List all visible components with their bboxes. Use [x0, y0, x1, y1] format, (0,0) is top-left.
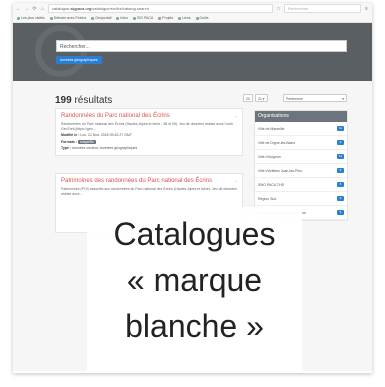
chevron-down-icon[interactable]: ⌄ [235, 178, 238, 183]
bookmark-icon [116, 16, 120, 20]
url-domain: sigpaca.org [70, 6, 92, 11]
count-badge: 5 [337, 182, 344, 187]
pagination: 20 21 ▾ [243, 94, 268, 102]
result-abstract: Patrimoines (POI) associés aux randonnée… [61, 187, 237, 196]
bookmark-item[interactable]: Infos [116, 16, 128, 20]
organisations-facet: Organisations Ville de Marseille 11 Ville… [254, 110, 348, 221]
results-count: 199 résultats [55, 95, 113, 106]
menu-icon[interactable]: ≡ [364, 6, 369, 12]
bookmark-item[interactable]: Projets [158, 16, 173, 20]
catalog-search-input[interactable]: Rechercher... [56, 40, 347, 52]
chevron-down-icon[interactable]: ⌄ [235, 113, 238, 118]
facet-item[interactable]: Ville de Digne-les-Bains 6 [255, 136, 347, 150]
back-icon[interactable]: ← [16, 6, 21, 12]
search-filter-chip[interactable]: données géographiques [56, 56, 102, 64]
result-abstract: Randonnées du Parc national des Écrins (… [61, 122, 233, 131]
count-badge: 14 [337, 154, 344, 159]
bookmark-icon [195, 16, 199, 20]
format-badge: shapefile [77, 139, 96, 144]
bookmark-item[interactable]: Liens [178, 16, 191, 20]
count-badge: 5 [337, 168, 344, 173]
bookmark-icon [178, 16, 182, 20]
url-path: /catalogue/srv/fre/catalog.search [91, 6, 149, 11]
bookmark-icon [49, 16, 53, 20]
caption-text: Catalogues « marque blanche » [87, 211, 302, 349]
bookmark-item[interactable]: Débuter avec Firefox [49, 16, 86, 20]
caption-line: Catalogues [113, 216, 276, 252]
caption-line: « marque [126, 262, 263, 298]
address-bar[interactable]: catalogue.sigpaca.org/catalogue/srv/fre/… [48, 4, 273, 13]
bookmark-icon [17, 16, 20, 20]
count-badge: 6 [337, 140, 344, 145]
browser-search-input[interactable]: Rechercher [284, 4, 361, 13]
bookmark-icon [132, 16, 136, 20]
facet-item[interactable]: Ville d'Antibes Juan-les-Pins 5 [255, 164, 347, 178]
result-formats: Formats : shapefile [61, 139, 96, 144]
url-prefix: catalogue. [52, 6, 71, 11]
count-badge: 11 [337, 126, 344, 131]
home-icon[interactable]: ⌂ [40, 6, 45, 12]
result-modified: Modifié le : Lun. 21 Nov. 2018 09:42:27 … [61, 133, 132, 137]
result-title[interactable]: Patrimoines des randonnées du Parc natio… [61, 178, 237, 185]
bookmark-item[interactable]: SIG PACA [132, 16, 153, 20]
forward-icon[interactable]: → [24, 6, 29, 12]
facet-title: Organisations [255, 111, 347, 122]
facet-item[interactable]: Ville d'Avignon 14 [255, 150, 347, 164]
hero-banner: Rechercher... données géographiques [13, 23, 372, 81]
count-badge: 5 [337, 196, 344, 201]
result-card[interactable]: Randonnées du Parc national des Écrins R… [55, 108, 243, 156]
bookmark-icon [91, 16, 95, 20]
caption-line: blanche » [125, 308, 264, 344]
page-size-button[interactable]: 20 [243, 94, 253, 102]
page-select[interactable]: 21 ▾ [254, 94, 268, 102]
bookmark-item[interactable]: Les plus visités [17, 16, 45, 20]
bookmarks-bar: Les plus visités Débuter avec Firefox Ge… [13, 14, 372, 23]
reload-icon[interactable]: ⟳ [32, 6, 37, 12]
star-icon[interactable]: ☆ [276, 6, 281, 12]
bookmark-icon [158, 16, 162, 20]
result-title[interactable]: Randonnées du Parc national des Écrins [61, 113, 237, 120]
bookmark-item[interactable]: Geoportail [91, 16, 111, 20]
browser-toolbar: ← → ⟳ ⌂ catalogue.sigpaca.org/catalogue/… [13, 3, 372, 14]
result-type: Type : données vecteur, données géograph… [61, 146, 138, 150]
facet-item[interactable]: Région Sud 5 [255, 192, 347, 206]
sort-select[interactable]: Pertinence ▾ [283, 94, 347, 102]
chevron-down-icon: ▾ [342, 97, 344, 101]
facet-item[interactable]: Ville de Marseille 11 [255, 122, 347, 136]
facet-item[interactable]: SMO PACA THD 5 [255, 178, 347, 192]
count-badge: 5 [337, 210, 344, 215]
bookmark-item[interactable]: Outils [195, 16, 209, 20]
